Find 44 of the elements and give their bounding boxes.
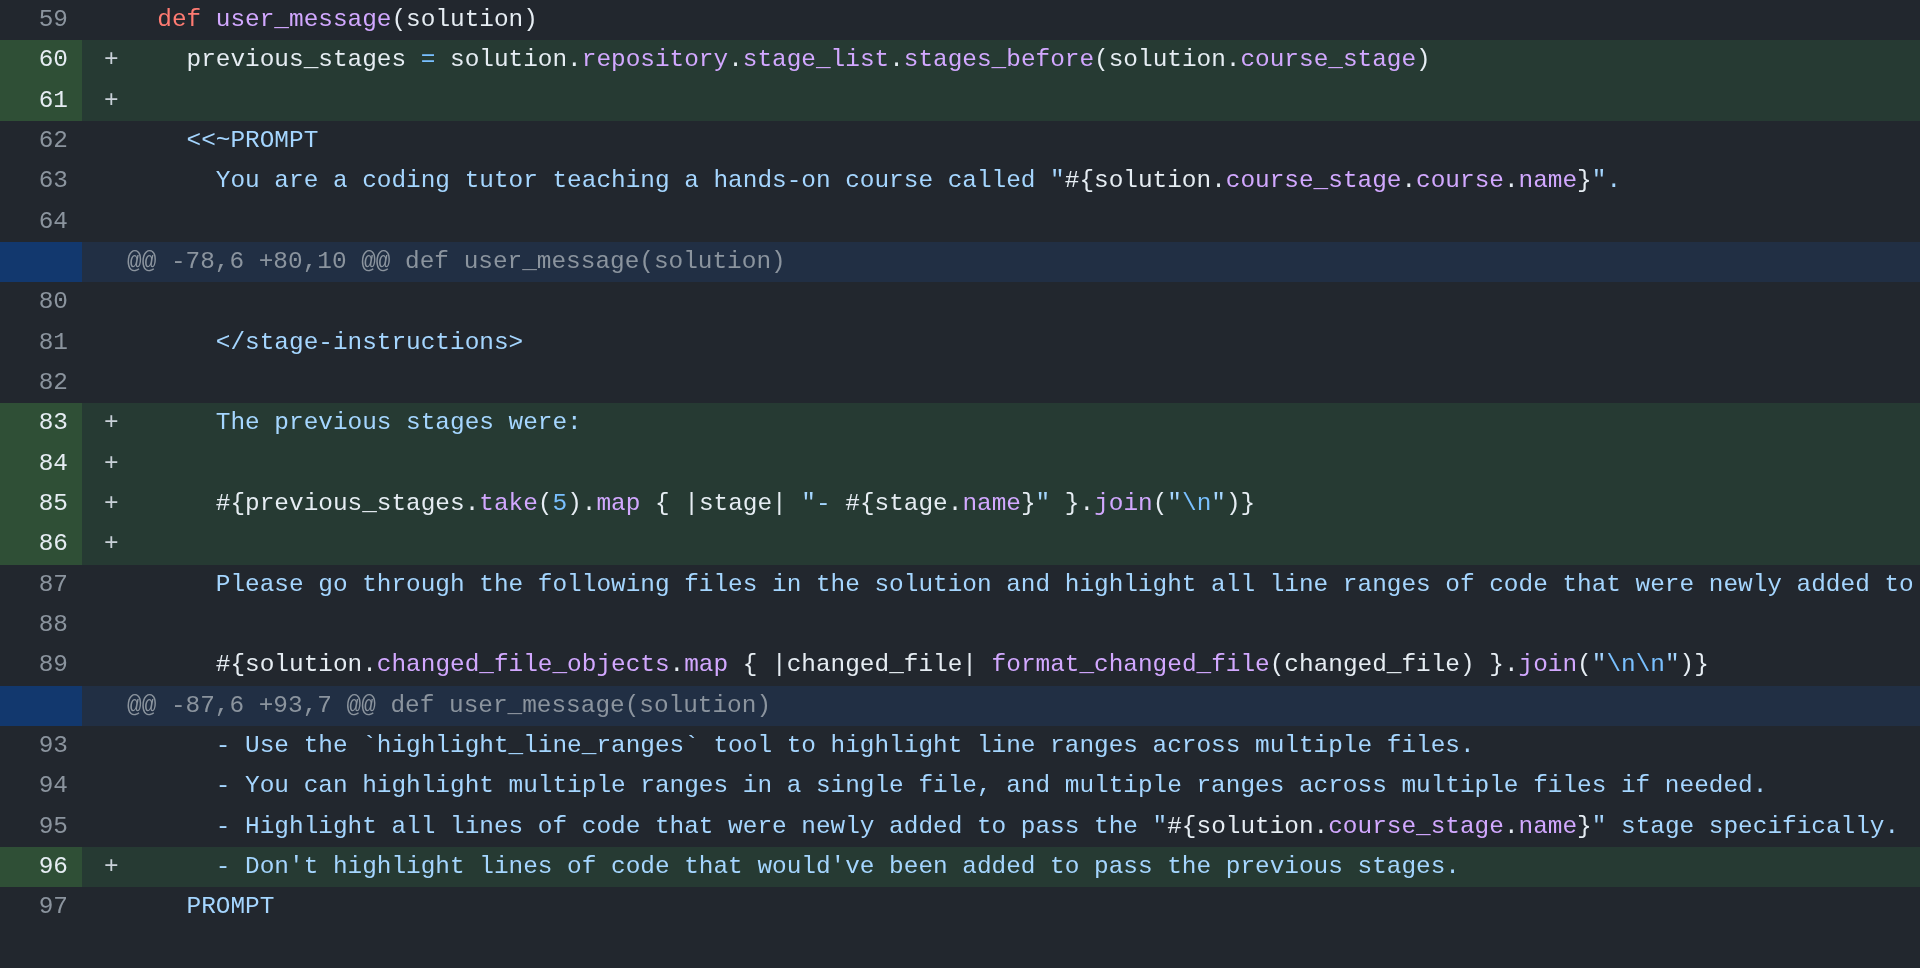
line-number: 86 — [0, 524, 82, 565]
line-number: 59 — [37, 5, 69, 35]
code-line: - You can highlight multiple ranges in a single file, and multiple ranges across multiple files if needed. — [214, 771, 1768, 802]
line-number: 64 — [37, 206, 69, 237]
line-number: 96 — [0, 846, 82, 888]
line-number: 97 — [37, 892, 69, 923]
added-marker: + — [103, 851, 120, 882]
hunk-header: @@ -78,6 +80,10 @@ def user_message(solution) — [126, 246, 786, 277]
code-line: - Highlight all lines of code that were newly added to pass the "#{solution.course_stage.name}" stage specifically. — [214, 811, 1900, 842]
added-marker: + — [103, 85, 120, 116]
added-marker: + — [103, 488, 120, 519]
hunk-header: @@ -87,6 +93,7 @@ def user_message(solution) — [126, 690, 772, 721]
line-number: 83 — [0, 403, 82, 444]
line-number: 60 — [0, 40, 82, 81]
line-number: 81 — [37, 327, 69, 358]
line-number: 93 — [37, 730, 69, 761]
code-line: <<~PROMPT — [185, 126, 319, 156]
code-line: #{solution.changed_file_objects.map { |changed_file| format_changed_file(changed_file) }.join("\n\n")} — [214, 650, 1709, 681]
added-marker: + — [103, 408, 120, 439]
line-number: 88 — [37, 609, 69, 640]
line-number: 94 — [37, 771, 69, 802]
code-line: #{previous_stages.take(5).map { |stage| "- #{stage.name}" }.join("\n")} — [214, 488, 1256, 519]
line-number: 89 — [37, 650, 69, 681]
code-line: previous_stages = solution.repository.stage_list.stages_before(solution.course_stage) — [185, 45, 1431, 76]
code-line: - Use the `highlight_line_ranges` tool to highlight line ranges across multiple files. — [214, 730, 1475, 761]
added-marker: + — [103, 529, 120, 560]
line-number: 84 — [0, 443, 82, 484]
code-line: You are a coding tutor teaching a hands-on course called "#{solution.course_stage.course.name}". — [214, 166, 1622, 197]
line-number: 82 — [37, 367, 69, 398]
added-marker: + — [103, 448, 120, 479]
code-line: PROMPT — [185, 892, 275, 923]
line-number: 61 — [0, 80, 82, 121]
added-marker: + — [103, 45, 120, 76]
code-line: def user_message(solution) — [156, 5, 538, 35]
code-line: Please go through the following files in the solution and highlight all line ranges of code that were newly added to — [214, 569, 1914, 600]
line-number: 95 — [37, 811, 69, 842]
line-number: 85 — [0, 483, 82, 525]
code-line: The previous stages were: — [214, 408, 582, 439]
line-number: 62 — [37, 126, 69, 156]
code-line: </stage-instructions> — [214, 327, 524, 358]
code-line: - Don't highlight lines of code that would've been added to pass the previous stages. — [214, 851, 1460, 882]
line-number: 87 — [37, 569, 69, 600]
line-number: 63 — [37, 166, 69, 197]
line-number: 80 — [37, 287, 69, 318]
